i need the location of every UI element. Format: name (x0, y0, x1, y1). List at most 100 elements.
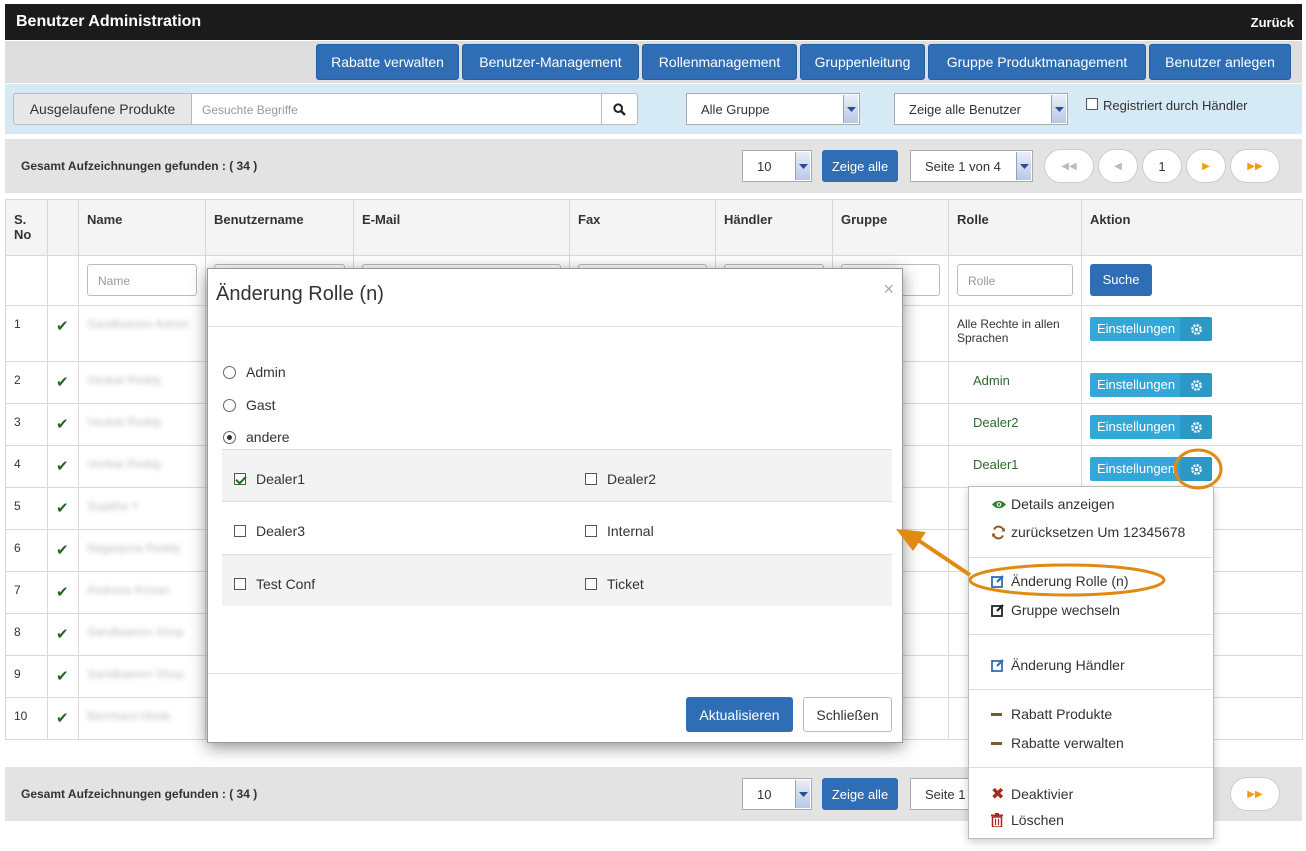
close-button[interactable]: Schließen (803, 697, 892, 732)
search-button[interactable]: Suche (1090, 264, 1152, 296)
dealer-row: Test Conf Ticket (222, 554, 892, 606)
check-icon: ✔ (56, 318, 69, 335)
nav-button-group-management[interactable]: Gruppenleitung (800, 44, 925, 80)
settings-button[interactable]: Einstellungen (1090, 415, 1212, 439)
eye-icon (991, 499, 1009, 510)
action-menu: Details anzeigen zurücksetzen Um 1234567… (968, 486, 1214, 839)
col-header-group[interactable]: Gruppe (832, 199, 949, 256)
modal-header: Änderung Rolle (n) × (208, 269, 902, 327)
settings-button[interactable]: Einstellungen (1090, 457, 1212, 481)
internal-checkbox[interactable]: Internal (585, 523, 654, 539)
row-number: 1 (5, 305, 48, 362)
row-number: 4 (5, 445, 48, 488)
next-page-button[interactable]: ▶ (1186, 149, 1226, 183)
dealer3-checkbox[interactable]: Dealer3 (234, 523, 305, 539)
nav-button-group-product-management[interactable]: Gruppe Produktmanagement (928, 44, 1146, 80)
chevron-down-icon (1051, 95, 1066, 123)
chevron-down-icon (795, 780, 810, 808)
first-page-button[interactable]: ◀◀ (1044, 149, 1094, 183)
per-page-select[interactable]: 10 (742, 778, 812, 810)
name-filter-input[interactable]: Name (87, 264, 197, 296)
user-select[interactable]: Zeige alle Benutzer (894, 93, 1068, 125)
row-name: Venkat Reddy (87, 457, 162, 471)
expired-products-button[interactable]: Ausgelaufene Produkte (13, 93, 192, 125)
role-radio-admin[interactable]: Admin (223, 364, 286, 380)
show-all-button[interactable]: Zeige alle (822, 150, 898, 182)
menu-item-delete[interactable]: Löschen (991, 812, 1064, 828)
role-radio-other[interactable]: andere (223, 429, 290, 445)
dealer1-checkbox[interactable]: Dealer1 (234, 471, 305, 487)
col-header-action: Aktion (1081, 199, 1303, 256)
record-count: Gesamt Aufzeichnungen gefunden : ( 34 ) (21, 787, 258, 801)
modal-divider (208, 673, 902, 674)
edit-icon (991, 574, 1009, 588)
row-number: 6 (5, 529, 48, 572)
search-button[interactable] (601, 93, 638, 125)
col-header-name[interactable]: Name (78, 199, 206, 256)
menu-item-change-dealer[interactable]: Änderung Händler (991, 657, 1125, 673)
row-number: 3 (5, 403, 48, 446)
menu-item-view-details[interactable]: Details anzeigen (991, 496, 1115, 512)
last-page-button[interactable]: ▶▶ (1230, 777, 1280, 811)
check-icon: ✔ (56, 500, 69, 517)
check-icon: ✔ (56, 584, 69, 601)
row-name: Sandbaeren Shop (87, 667, 184, 681)
show-all-button[interactable]: Zeige alle (822, 778, 898, 810)
gear-icon[interactable] (1180, 457, 1212, 481)
menu-item-change-role[interactable]: Änderung Rolle (n) (991, 573, 1129, 589)
back-link[interactable]: Zurück (1251, 15, 1294, 30)
page-select[interactable]: Seite 1 von 4 (910, 150, 1033, 182)
role-radio-guest[interactable]: Gast (223, 397, 276, 413)
check-icon: ✔ (56, 710, 69, 727)
menu-item-manage-discounts[interactable]: Rabatte verwalten (991, 735, 1124, 751)
col-header-role[interactable]: Rolle (948, 199, 1082, 256)
nav-button-user-management[interactable]: Benutzer-Management (462, 44, 639, 80)
col-header-dealer[interactable]: Händler (715, 199, 833, 256)
gear-icon[interactable] (1180, 317, 1212, 341)
dealer-registered-checkbox[interactable] (1086, 98, 1098, 110)
radio-checked-icon (223, 430, 236, 444)
prev-page-button[interactable]: ◀ (1098, 149, 1138, 183)
search-input[interactable]: Gesuchte Begriffe (191, 93, 602, 125)
nav-bar: Rabatte verwalten Benutzer-Management Ro… (5, 41, 1302, 83)
col-header-username[interactable]: Benutzername (205, 199, 354, 256)
check-icon: ✔ (56, 542, 69, 559)
refresh-icon (991, 525, 1009, 540)
row-number: 10 (5, 697, 48, 740)
nav-button-role-management[interactable]: Rollenmanagement (642, 44, 797, 80)
nav-button-discounts[interactable]: Rabatte verwalten (316, 44, 459, 80)
gear-icon[interactable] (1180, 415, 1212, 439)
current-page[interactable]: 1 (1142, 149, 1182, 183)
col-header-status (47, 199, 79, 256)
menu-item-deactivate[interactable]: ✖ Deaktivier (991, 784, 1073, 804)
radio-icon (223, 398, 236, 412)
trash-icon (991, 813, 1009, 827)
modal-title: Änderung Rolle (n) (216, 283, 384, 305)
filter-bar: Ausgelaufene Produkte Gesuchte Begriffe … (5, 84, 1302, 134)
minus-icon (991, 712, 1009, 716)
row-number: 2 (5, 361, 48, 404)
col-header-fax[interactable]: Fax (569, 199, 716, 256)
menu-item-reset-password[interactable]: zurücksetzen Um 12345678 (991, 524, 1185, 540)
close-icon[interactable]: × (883, 279, 894, 300)
row-name: Bernhard Hinds (87, 709, 171, 723)
settings-button[interactable]: Einstellungen (1090, 317, 1212, 341)
nav-button-create-user[interactable]: Benutzer anlegen (1149, 44, 1291, 80)
update-button[interactable]: Aktualisieren (686, 697, 793, 732)
check-icon: ✔ (56, 668, 69, 685)
app-header: Benutzer Administration Zurück (5, 4, 1302, 40)
gear-icon[interactable] (1180, 373, 1212, 397)
group-select[interactable]: Alle Gruppe (686, 93, 860, 125)
dealer2-checkbox[interactable]: Dealer2 (585, 471, 656, 487)
ticket-checkbox[interactable]: Ticket (585, 576, 644, 592)
menu-item-change-group[interactable]: Gruppe wechseln (991, 602, 1120, 618)
menu-item-discount-products[interactable]: Rabatt Produkte (991, 706, 1112, 722)
role-filter-input[interactable]: Rolle (957, 264, 1073, 296)
test-conf-checkbox[interactable]: Test Conf (234, 576, 315, 592)
table-header-row: S. No Name Benutzername E-Mail Fax Händl… (5, 199, 1303, 256)
per-page-select[interactable]: 10 (742, 150, 812, 182)
col-header-email[interactable]: E-Mail (353, 199, 570, 256)
last-page-button[interactable]: ▶▶ (1230, 149, 1280, 183)
row-role: Alle Rechte in allen Sprachen (948, 305, 1082, 362)
settings-button[interactable]: Einstellungen (1090, 373, 1212, 397)
